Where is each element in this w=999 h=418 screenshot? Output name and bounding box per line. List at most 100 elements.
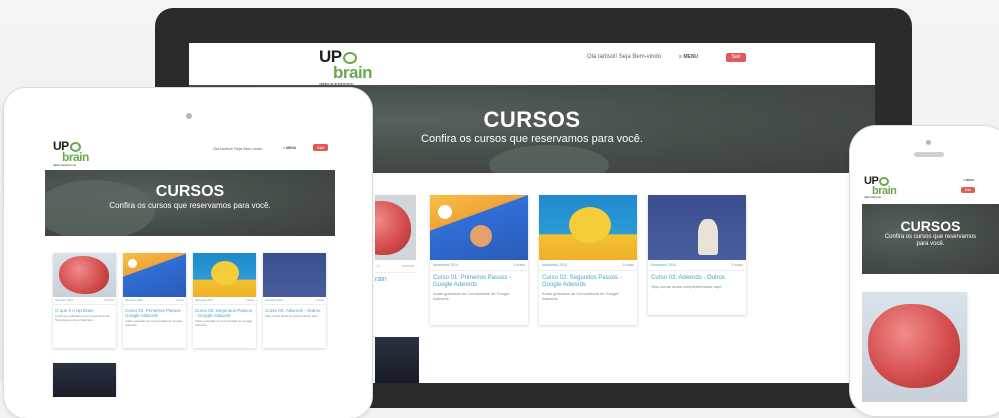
menu-button[interactable]: ≡ MENU [283, 146, 296, 150]
course-card[interactable] [862, 292, 967, 402]
welcome-tagline: Ola tarlisol! Seja Bem-vindo [587, 54, 662, 60]
welcome-tagline: Ola tarlisol! Seja Bem-vindo [213, 146, 263, 151]
course-title[interactable]: O que é o Up Brain [53, 305, 116, 314]
phone-screen: UP brain plataforma de treinamento ≡ MEN… [862, 172, 999, 402]
hero-title: CURSOS [900, 218, 961, 234]
desktop-logo[interactable]: UP brain plataforma de treinamento [319, 48, 373, 86]
course-meta: Novembro 2014 5 aulas [539, 260, 637, 271]
course-duration: 00:00:00 [402, 264, 414, 268]
course-thumbnail [375, 195, 416, 260]
google-g-icon [438, 205, 452, 219]
course-thumbnail [123, 253, 186, 297]
course-duration: 00:00:00 [104, 299, 114, 302]
course-card[interactable]: Novembro 2014 5 aulas Curso 02: Segundos … [539, 195, 637, 325]
tablet-hero-banner: CURSOS Confira os cursos que reservamos … [45, 170, 335, 236]
course-thumbnail [263, 253, 326, 297]
logo-brain-text: brain [62, 150, 89, 164]
phone-camera-icon [926, 140, 931, 145]
course-title[interactable]: Curso 02: Segundos Passos - Google Adwor… [193, 305, 256, 319]
menu-button[interactable]: ≡ MENU [963, 178, 974, 182]
phone-hero-banner: CURSOS Confira os cursos que reservamos … [862, 204, 999, 274]
brain-image [868, 304, 960, 388]
course-description: Veja outras aulas complementares aqui. [651, 284, 723, 289]
course-meta: Novembro 2014 5 aulas [263, 297, 326, 305]
tablet-camera-icon [186, 113, 192, 119]
logout-button[interactable]: Sair [313, 144, 328, 151]
course-thumbnail [430, 195, 528, 260]
course-thumbnail [862, 292, 967, 402]
doodle-creature [211, 261, 239, 285]
course-title[interactable]: Curso 03: Adwords - Outros [263, 305, 326, 314]
hero-subtitle: Confira os cursos que reservamos para vo… [884, 234, 977, 247]
brain-image [59, 256, 109, 294]
menu-label: MENU [683, 54, 699, 60]
course-duration: 5 aulas [245, 299, 254, 302]
logo-brain-text: brain [333, 63, 373, 82]
phone-header: UP brain plataforma de treinamento ≡ MEN… [862, 172, 999, 204]
course-description: Aulas gravadas da Comunidade de Google A… [195, 319, 253, 327]
tablet-logo[interactable]: UP brain plataforma de treinamento [53, 140, 89, 167]
course-card[interactable] [375, 337, 419, 383]
course-date: Novembro 2014 [195, 299, 213, 302]
course-description: Aulas gravadas da Comunidade de Google A… [125, 319, 183, 327]
course-meta: ◷ 00:00:00 [375, 260, 416, 273]
course-thumbnail [539, 195, 637, 260]
course-meta: Novembro 2014 5 aulas [648, 260, 746, 271]
logout-button[interactable]: Sair [726, 53, 746, 62]
course-duration: 5 aulas [731, 263, 743, 267]
course-meta: Novembro 2014 5 aulas [193, 297, 256, 305]
desktop-header: UP brain plataforma de treinamento Ola t… [189, 43, 875, 86]
menu-button[interactable]: ≡ MENU [679, 54, 698, 60]
doodle-creature [569, 207, 611, 243]
course-meta: Novembro 2014 00:00:00 [53, 297, 116, 305]
course-duration: 5 aulas [513, 263, 525, 267]
course-duration: 5 aulas [175, 299, 184, 302]
course-meta: Novembro 2014 5 aulas [123, 297, 186, 305]
course-description: Aulas gravadas da Comunidade de Google A… [542, 291, 619, 301]
doodle-scientist [698, 219, 718, 255]
course-title[interactable]: Curso 01: Primeiros Passos - Google Adwo… [123, 305, 186, 319]
course-description: Aulas gravadas da Comunidade de Google A… [433, 291, 510, 301]
brain-image [375, 201, 411, 255]
course-date: Novembro 2014 [433, 263, 458, 267]
menu-label: MENU [965, 178, 975, 182]
clock-icon: ◷ [377, 264, 380, 268]
course-meta: Novembro 2014 5 aulas [430, 260, 528, 271]
course-thumbnail [648, 195, 746, 260]
course-title[interactable]: Curso 01: Primeiros Passos - Google Adwo… [430, 271, 528, 291]
course-card[interactable]: Novembro 2014 5 aulas Curso 01: Primeiros… [430, 195, 528, 325]
course-card[interactable]: Novembro 2014 5 aulas Curso 01: Primeiros… [123, 253, 186, 348]
course-card[interactable]: ◷ 00:00:00 rain [375, 195, 416, 323]
course-card[interactable] [53, 363, 116, 397]
course-card[interactable]: Novembro 2014 00:00:00 O que é o Up Brain… [53, 253, 116, 348]
doodle-figure [470, 225, 492, 247]
course-title[interactable]: Curso 02: Segundos Passos - Google Adwor… [539, 271, 637, 291]
course-card[interactable]: Novembro 2014 5 aulas Curso 02: Segundos … [193, 253, 256, 348]
tablet-screen: UP brain plataforma de treinamento Ola t… [45, 137, 335, 397]
course-title[interactable]: rain [375, 273, 416, 283]
course-thumbnail [193, 253, 256, 297]
course-date: Novembro 2014 [125, 299, 143, 302]
logout-button[interactable]: Sair [961, 187, 975, 193]
course-date: Novembro 2014 [55, 299, 73, 302]
menu-label: MENU [286, 146, 297, 150]
course-title[interactable]: Curso 03: Adwords - Outros [648, 271, 746, 284]
logo-swirl-icon [342, 51, 357, 64]
course-date: Novembro 2014 [542, 263, 567, 267]
phone-speaker [914, 152, 944, 157]
map-texture [489, 145, 609, 173]
course-description: Conheça a plataforma de treinamento da T… [55, 314, 110, 322]
hero-subtitle: Confira os cursos que reservamos para vo… [109, 201, 271, 210]
google-g-icon [128, 259, 137, 268]
tablet-header: UP brain plataforma de treinamento Ola t… [45, 137, 335, 170]
course-card[interactable]: Novembro 2014 5 aulas Curso 03: Adwords -… [648, 195, 746, 315]
phone-logo[interactable]: UP brain plataforma de treinamento [864, 176, 897, 200]
hero-title: CURSOS [155, 183, 225, 200]
course-thumbnail [53, 253, 116, 297]
course-card[interactable]: Novembro 2014 5 aulas Curso 03: Adwords -… [263, 253, 326, 348]
course-date: Novembro 2014 [265, 299, 283, 302]
course-duration: 5 aulas [622, 263, 634, 267]
course-duration: 5 aulas [315, 299, 324, 302]
course-date: Novembro 2014 [651, 263, 676, 267]
course-description: Veja outras aulas complementares aqui. [265, 314, 319, 318]
